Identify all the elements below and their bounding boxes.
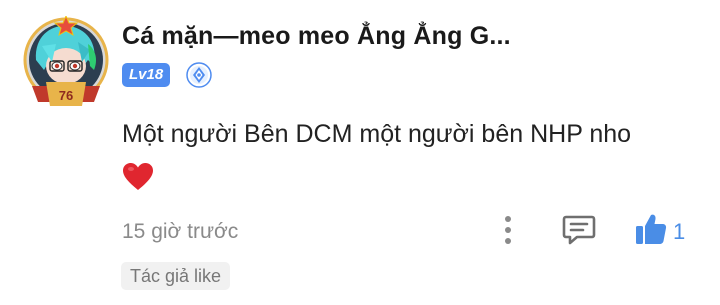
shield-check-icon bbox=[186, 62, 212, 88]
timestamp: 15 giờ trước bbox=[122, 220, 239, 243]
level-badge: Lv18 bbox=[122, 63, 171, 87]
username[interactable]: Cá mặn—meo meo Ẳng Ẳng G... bbox=[122, 22, 511, 51]
more-vertical-icon[interactable] bbox=[500, 214, 516, 246]
like-count: 1 bbox=[673, 219, 686, 244]
heart-emoji-icon bbox=[122, 162, 154, 192]
comment-item: 76 Cá mặn—meo meo Ẳng Ẳng G... Lv18 Một … bbox=[0, 0, 720, 305]
comment-icon[interactable] bbox=[562, 214, 596, 246]
avatar[interactable]: 76 bbox=[22, 16, 110, 108]
comment-text: Một người Bên DCM một người bên NHP nho bbox=[122, 120, 632, 148]
author-like-tag: Tác giả like bbox=[121, 262, 231, 290]
avatar-badge-number: 76 bbox=[59, 88, 73, 103]
thumbs-up-icon[interactable] bbox=[634, 212, 668, 246]
